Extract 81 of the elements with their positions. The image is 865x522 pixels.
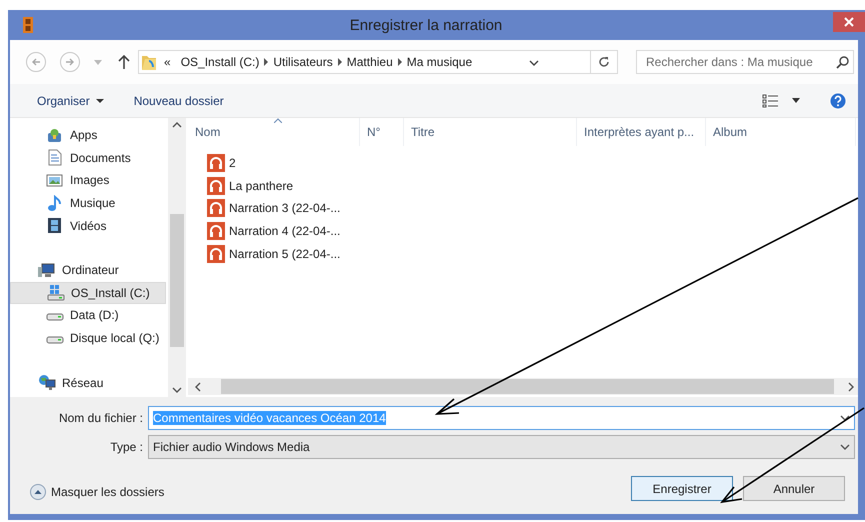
column-header[interactable]: N°: [360, 118, 404, 146]
drive-icon: [46, 313, 64, 322]
chevron-right-icon: [848, 382, 854, 392]
drive-icon: [47, 284, 65, 302]
file-type-dropdown[interactable]: Fichier audio Windows Media: [148, 435, 855, 459]
column-header[interactable]: Album: [706, 118, 856, 146]
field-label: Nom du fichier :: [58, 411, 144, 425]
caret-icon[interactable]: [792, 98, 800, 103]
right-arrow-icon: [65, 57, 75, 67]
network-icon: [38, 374, 56, 392]
close-icon: [844, 17, 854, 27]
sidebar-item[interactable]: OS_Install (C:): [10, 282, 166, 304]
file-item[interactable]: La panthere: [207, 174, 858, 198]
document-icon: [46, 149, 64, 166]
chevron-icon[interactable]: [264, 58, 268, 66]
field-label: Type :: [109, 440, 144, 454]
scrollbar-thumb[interactable]: [221, 379, 834, 394]
music-note-icon: [46, 194, 64, 212]
sidebar-item[interactable]: Disque local (Q:): [10, 326, 166, 350]
refresh-icon: [598, 56, 610, 68]
chevron-icon[interactable]: [338, 58, 342, 66]
column-header[interactable]: Titre: [404, 118, 577, 146]
drive-icon: [46, 336, 64, 344]
sidebar-item[interactable]: Vidéos: [10, 214, 166, 237]
file-item[interactable]: Narration 3 (22-04-...: [207, 197, 858, 220]
film-strip-icon: [22, 17, 34, 33]
menu-button[interactable]: Organiser: [37, 94, 104, 108]
headphones-icon: [207, 222, 225, 240]
breadcrumb[interactable]: Utilisateurs: [268, 55, 338, 69]
folder-icon: [141, 53, 157, 71]
horizontal-scrollbar[interactable]: [188, 378, 858, 395]
vertical-scrollbar[interactable]: [168, 118, 186, 397]
picture-frame-icon: [46, 172, 64, 189]
apps-icon: [46, 126, 64, 144]
chevron-down-icon: [172, 387, 182, 393]
column-header[interactable]: Interprètes ayant p...: [577, 118, 706, 146]
view-list-icon[interactable]: [762, 94, 780, 108]
search-field[interactable]: Rechercher dans : Ma musique: [636, 50, 854, 74]
field-value: Commentaires vidéo vacances Océan 2014: [153, 411, 386, 425]
caret-icon: [96, 98, 104, 102]
breadcrumb[interactable]: Matthieu: [342, 55, 398, 69]
computer-icon: [38, 262, 56, 279]
breadcrumb[interactable]: Ma musique: [402, 55, 478, 69]
breadcrumb[interactable]: OS_Install (C:): [176, 55, 264, 69]
up-arrow-icon[interactable]: [118, 55, 130, 69]
close-button[interactable]: [833, 12, 865, 32]
scrollbar-thumb[interactable]: [170, 214, 184, 347]
chevron-up-icon: [172, 122, 182, 128]
file-item[interactable]: 2: [207, 152, 858, 175]
overflow-mark[interactable]: «: [159, 55, 176, 69]
hide-folders-toggle[interactable]: Masquer les dossiers: [30, 484, 164, 500]
film-strip-icon: [46, 217, 64, 234]
column-header[interactable]: Nom: [188, 118, 360, 146]
chevron-down-icon[interactable]: [528, 60, 539, 66]
dialog-button[interactable]: Annuler: [743, 476, 845, 501]
sidebar-item[interactable]: Ordinateur: [10, 258, 166, 282]
help-icon[interactable]: [830, 92, 846, 108]
headphones-icon: [207, 199, 225, 218]
toolbar-button[interactable]: Nouveau dossier: [134, 94, 224, 108]
window-title: Enregistrer la narration: [348, 16, 504, 34]
sidebar-item[interactable]: Documents: [10, 146, 166, 170]
dialog-button[interactable]: Enregistrer: [631, 476, 733, 501]
headphones-icon: [207, 176, 225, 195]
sidebar-item[interactable]: Apps: [10, 124, 166, 147]
sidebar-item[interactable]: Musique: [10, 192, 166, 214]
headphones-icon: [207, 154, 225, 172]
search-icon: [836, 56, 849, 68]
collapse-icon: [30, 484, 46, 500]
chevron-left-icon: [195, 382, 201, 392]
search-placeholder: Rechercher dans : Ma musique: [646, 55, 813, 69]
headphones-icon: [207, 244, 225, 263]
sidebar-item[interactable]: Réseau: [10, 371, 166, 394]
chevron-down-icon: [840, 444, 850, 450]
sidebar-item[interactable]: Images: [10, 169, 166, 192]
chevron-icon[interactable]: [398, 58, 402, 66]
chevron-down-icon: [840, 415, 850, 421]
file-item[interactable]: Narration 5 (22-04-...: [207, 242, 858, 265]
file-item[interactable]: Narration 4 (22-04-...: [207, 220, 858, 242]
left-arrow-icon: [31, 57, 41, 67]
sidebar-item[interactable]: Data (D:): [10, 304, 166, 327]
address-bar[interactable]: « OS_Install (C:) Utilisateurs Matthieu Ma musique: [138, 50, 618, 74]
